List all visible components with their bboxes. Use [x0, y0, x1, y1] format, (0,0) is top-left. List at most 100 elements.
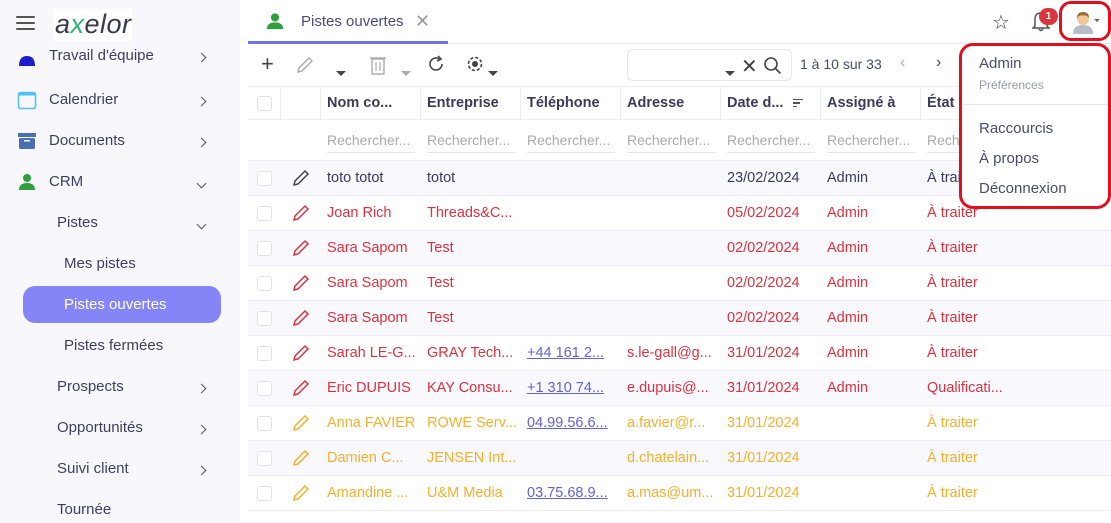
row-checkbox[interactable]: [257, 170, 272, 186]
sidebar-item-mes-pistes[interactable]: Mes pistes: [0, 243, 240, 284]
table-row[interactable]: Sara Sapom Test 02/02/2024 Admin À traiter: [248, 231, 1111, 266]
filter-date-input[interactable]: [727, 127, 815, 153]
table-row[interactable]: Damien C... JENSEN Int... d.chatelain... 31…: [248, 441, 1111, 476]
filter-address-input[interactable]: [627, 127, 715, 153]
sort-icon[interactable]: [793, 97, 804, 110]
row-checkbox[interactable]: [257, 485, 272, 501]
row-checkbox[interactable]: [257, 345, 272, 361]
edit-pencil-icon[interactable]: [292, 344, 310, 362]
settings-dropdown-caret[interactable]: [488, 63, 498, 81]
row-checkbox[interactable]: [257, 415, 272, 431]
next-page-button[interactable]: ›: [936, 54, 941, 72]
column-header-company[interactable]: Entreprise: [421, 87, 521, 119]
search-icon[interactable]: [763, 56, 782, 75]
filter-phone-input[interactable]: [527, 127, 615, 153]
search-filter-dropdown[interactable]: [725, 63, 735, 81]
axelor-logo[interactable]: axelor: [53, 9, 132, 41]
sidebar-item-prospects[interactable]: Prospects: [0, 366, 240, 407]
sidebar-item-pistes[interactable]: Pistes: [0, 202, 240, 243]
favorite-star-icon[interactable]: ☆: [992, 10, 1010, 35]
menu-item-about[interactable]: À propos: [979, 150, 1039, 167]
hamburger-menu-icon[interactable]: [16, 16, 35, 30]
edit-pencil-icon[interactable]: [292, 204, 310, 222]
menu-item-shortcuts[interactable]: Raccourcis: [979, 120, 1053, 137]
sidebar-item-label: Calendrier: [49, 91, 119, 108]
delete-trash-icon[interactable]: [370, 55, 386, 75]
cell-assigned: Admin: [827, 380, 869, 396]
table-row[interactable]: Eric DUPUIS KAY Consu... +1 310 74... e.dup…: [248, 371, 1111, 406]
cell-date: 05/02/2024: [727, 205, 800, 221]
edit-pencil-icon[interactable]: [292, 309, 310, 327]
menu-item-logout[interactable]: Déconnexion: [979, 180, 1067, 197]
sidebar-item-calendar[interactable]: Calendrier: [0, 79, 240, 120]
add-button[interactable]: +: [261, 51, 274, 77]
filter-name-input[interactable]: [327, 127, 415, 153]
row-checkbox[interactable]: [257, 275, 272, 291]
sidebar-item-documents[interactable]: Documents: [0, 120, 240, 161]
sidebar-item-opportunites[interactable]: Opportunités: [0, 407, 240, 448]
cell-company: GRAY Tech...: [427, 345, 514, 361]
cell-phone[interactable]: +44 161 2...: [521, 336, 621, 370]
cell-name: Eric DUPUIS: [327, 380, 411, 396]
cell-phone[interactable]: +1 310 74...: [521, 371, 621, 405]
column-header-address[interactable]: Adresse: [621, 87, 721, 119]
cell-phone[interactable]: 03.75.68.9...: [521, 476, 621, 510]
edit-pencil-icon[interactable]: [292, 449, 310, 467]
app: Travail d'équipe Calendrier Documents CR…: [0, 0, 1111, 523]
edit-pencil-icon[interactable]: [292, 239, 310, 257]
search-input[interactable]: [634, 55, 722, 75]
filter-company-input[interactable]: [427, 127, 515, 153]
close-tab-icon[interactable]: ✕: [415, 11, 430, 32]
edit-pencil-icon[interactable]: [292, 169, 310, 187]
table-row[interactable]: Sara Sapom Test 02/02/2024 Admin À traiter: [248, 301, 1111, 336]
cell-company: totot: [427, 170, 456, 186]
tab-pistes-ouvertes[interactable]: Pistes ouvertes ✕: [248, 0, 448, 44]
sidebar-item-suivi-client[interactable]: Suivi client: [0, 448, 240, 489]
menu-item-preferences[interactable]: Préférences: [979, 78, 1044, 92]
column-header-date[interactable]: Date d...: [721, 87, 821, 119]
column-header-name[interactable]: Nom co...: [321, 87, 421, 119]
menu-item-admin[interactable]: Admin: [979, 55, 1022, 72]
previous-page-button[interactable]: ‹: [900, 54, 905, 72]
table-row[interactable]: Sara Sapom Test 02/02/2024 Admin À traiter: [248, 266, 1111, 301]
edit-pencil-icon[interactable]: [292, 484, 310, 502]
column-label: Nom co...: [327, 95, 393, 111]
edit-pencil-icon[interactable]: [292, 414, 310, 432]
clear-search-icon[interactable]: ✕: [741, 54, 758, 79]
sidebar-item-crm[interactable]: CRM: [0, 161, 240, 202]
sidebar: Travail d'équipe Calendrier Documents CR…: [0, 0, 240, 523]
cell-state: À traiter: [927, 275, 978, 291]
edit-dropdown-caret[interactable]: [336, 63, 346, 81]
row-checkbox[interactable]: [257, 310, 272, 326]
table-row[interactable]: Sarah LE-G... GRAY Tech... +44 161 2... s.l…: [248, 336, 1111, 371]
user-avatar-button[interactable]: [1059, 1, 1111, 41]
cell-name: Joan Rich: [327, 205, 392, 221]
column-header-assigned[interactable]: Assigné à: [821, 87, 921, 119]
edit-pencil-icon[interactable]: [292, 379, 310, 397]
sidebar-item-tournee[interactable]: Tournée: [0, 489, 240, 523]
table-row[interactable]: Anna FAVIER ROWE Serv... 04.99.56.6... a.fa…: [248, 406, 1111, 441]
column-label: Date d...: [727, 95, 784, 111]
refresh-icon[interactable]: [426, 54, 446, 74]
row-checkbox[interactable]: [257, 450, 272, 466]
edit-pencil-icon[interactable]: [296, 56, 314, 74]
cell-name: Sarah LE-G...: [327, 345, 416, 361]
cell-address: [621, 301, 721, 335]
sidebar-item-pistes-fermees[interactable]: Pistes fermées: [0, 325, 240, 366]
sidebar-item-pistes-ouvertes[interactable]: Pistes ouvertes: [0, 284, 240, 325]
select-all-checkbox[interactable]: [256, 95, 272, 111]
row-checkbox[interactable]: [257, 205, 272, 221]
cell-phone[interactable]: 04.99.56.6...: [521, 406, 621, 440]
cell-date: 23/02/2024: [727, 170, 800, 186]
edit-pencil-icon[interactable]: [292, 274, 310, 292]
filter-assigned-input[interactable]: [827, 127, 915, 153]
row-checkbox[interactable]: [257, 380, 272, 396]
delete-dropdown-caret[interactable]: [401, 63, 411, 81]
cell-name: Anna FAVIER: [327, 415, 416, 431]
table-row[interactable]: Amandine ... U&M Media 03.75.68.9... a.mas@…: [248, 476, 1111, 511]
column-header-phone[interactable]: Téléphone: [521, 87, 621, 119]
row-checkbox[interactable]: [257, 240, 272, 256]
cell-state: À traiter: [927, 240, 978, 256]
logo-text: elor: [84, 9, 132, 39]
settings-gear-icon[interactable]: [464, 53, 486, 75]
